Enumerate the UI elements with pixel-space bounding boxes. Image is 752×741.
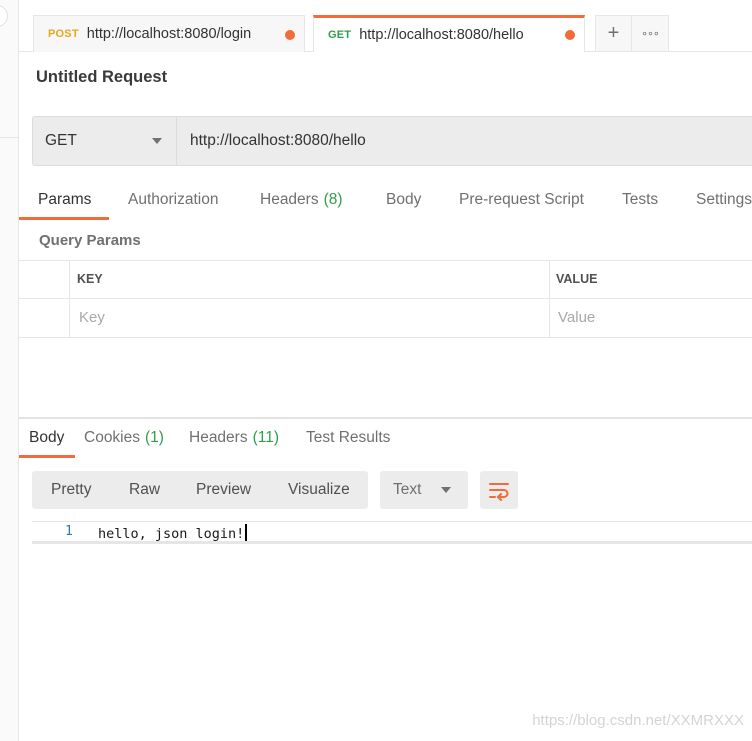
ellipsis-icon: ∘∘∘	[641, 28, 660, 40]
request-tab-bar: POST http://localhost:8080/login GET htt…	[19, 0, 752, 52]
response-tab-headers[interactable]: Headers (11)	[189, 420, 279, 456]
response-tabs: Body Cookies (1) Headers (11) Test Resul…	[19, 420, 752, 458]
more-tabs-button[interactable]: ∘∘∘	[631, 15, 669, 52]
query-params-table: KEY VALUE Key Value	[19, 260, 752, 338]
method-select[interactable]: GET	[32, 116, 176, 166]
column-header-key: KEY	[77, 272, 103, 286]
table-column-divider	[69, 260, 70, 338]
tab-authorization[interactable]: Authorization	[128, 180, 218, 220]
tab-url: http://localhost:8080/hello	[359, 27, 524, 43]
response-tab-cookies[interactable]: Cookies (1)	[84, 420, 164, 456]
tab-tests[interactable]: Tests	[622, 180, 658, 220]
view-preview-button[interactable]: Preview	[196, 471, 251, 509]
line-number: 1	[65, 524, 73, 539]
tab-label: Tests	[622, 191, 659, 208]
value-input[interactable]: Value	[558, 309, 595, 326]
tab-label: Settings	[696, 191, 752, 208]
tab-label: Params	[38, 191, 92, 208]
headers-count-badge: (11)	[252, 429, 280, 446]
watermark: https://blog.csdn.net/XXMRXXX	[532, 712, 744, 729]
response-tab-body[interactable]: Body	[29, 420, 64, 456]
active-tab-indicator	[19, 217, 109, 220]
tab-pre-request-script[interactable]: Pre-request Script	[459, 180, 584, 220]
query-params-label: Query Params	[39, 232, 141, 249]
active-tab-indicator	[19, 455, 75, 458]
wrap-lines-button[interactable]	[480, 471, 518, 509]
cookies-count-badge: (1)	[145, 429, 164, 446]
table-column-divider	[549, 260, 550, 338]
column-header-value: VALUE	[556, 272, 598, 286]
method-select-value: GET	[45, 132, 77, 149]
format-select-value: Text	[393, 481, 422, 498]
view-pretty-button[interactable]: Pretty	[51, 471, 91, 509]
text-cursor	[245, 524, 248, 541]
tab-method-post: POST	[48, 28, 79, 40]
unsaved-dot-icon	[565, 30, 575, 40]
table-border	[19, 260, 752, 261]
tab-method-get: GET	[328, 29, 352, 41]
response-body-editor[interactable]: 1 hello, json login!	[32, 521, 752, 544]
response-tab-test-results[interactable]: Test Results	[306, 420, 390, 456]
tab-get-hello[interactable]: GET http://localhost:8080/hello	[313, 15, 585, 52]
request-title[interactable]: Untitled Request	[36, 68, 167, 87]
tab-label: Authorization	[128, 191, 219, 208]
tab-label: Pre-request Script	[459, 191, 584, 208]
format-select[interactable]: Text	[380, 471, 468, 509]
table-border	[19, 337, 752, 338]
response-body-line: hello, json login!	[98, 526, 245, 542]
url-input-value: http://localhost:8080/hello	[190, 132, 366, 149]
request-tabs: Params Authorization Headers (8) Body Pr…	[19, 180, 752, 220]
sidebar-divider	[0, 137, 19, 138]
new-tab-button[interactable]: +	[595, 15, 632, 52]
response-body-text: hello, json login!	[98, 524, 248, 542]
tab-settings[interactable]: Settings	[696, 180, 752, 220]
unsaved-dot-icon	[285, 30, 295, 40]
view-raw-button[interactable]: Raw	[129, 471, 160, 509]
tab-label: Headers	[260, 191, 319, 208]
wrap-lines-icon	[489, 483, 509, 501]
tab-url: http://localhost:8080/login	[86, 26, 252, 42]
tab-params[interactable]: Params	[38, 180, 91, 220]
tab-post-login[interactable]: POST http://localhost:8080/login	[33, 15, 305, 52]
url-input[interactable]: http://localhost:8080/hello	[176, 116, 752, 166]
tab-label: Test Results	[306, 429, 391, 446]
tab-label: Body	[386, 191, 422, 208]
tab-body[interactable]: Body	[386, 180, 421, 220]
table-border	[19, 298, 752, 299]
view-visualize-button[interactable]: Visualize	[288, 471, 350, 509]
tab-label: Body	[29, 429, 65, 446]
headers-count-badge: (8)	[323, 191, 343, 208]
response-pane-divider[interactable]	[19, 417, 752, 419]
chevron-down-icon	[441, 487, 451, 493]
tab-label: Cookies	[84, 429, 140, 446]
sidebar-toggle-icon[interactable]	[0, 5, 8, 27]
chevron-down-icon	[152, 138, 162, 144]
left-sidebar-gutter	[0, 0, 19, 741]
tab-label: Headers	[189, 429, 248, 446]
view-mode-group: Pretty Raw Preview Visualize	[32, 471, 368, 509]
plus-icon: +	[607, 22, 620, 44]
key-input[interactable]: Key	[79, 309, 105, 326]
tab-headers[interactable]: Headers (8)	[260, 180, 343, 220]
